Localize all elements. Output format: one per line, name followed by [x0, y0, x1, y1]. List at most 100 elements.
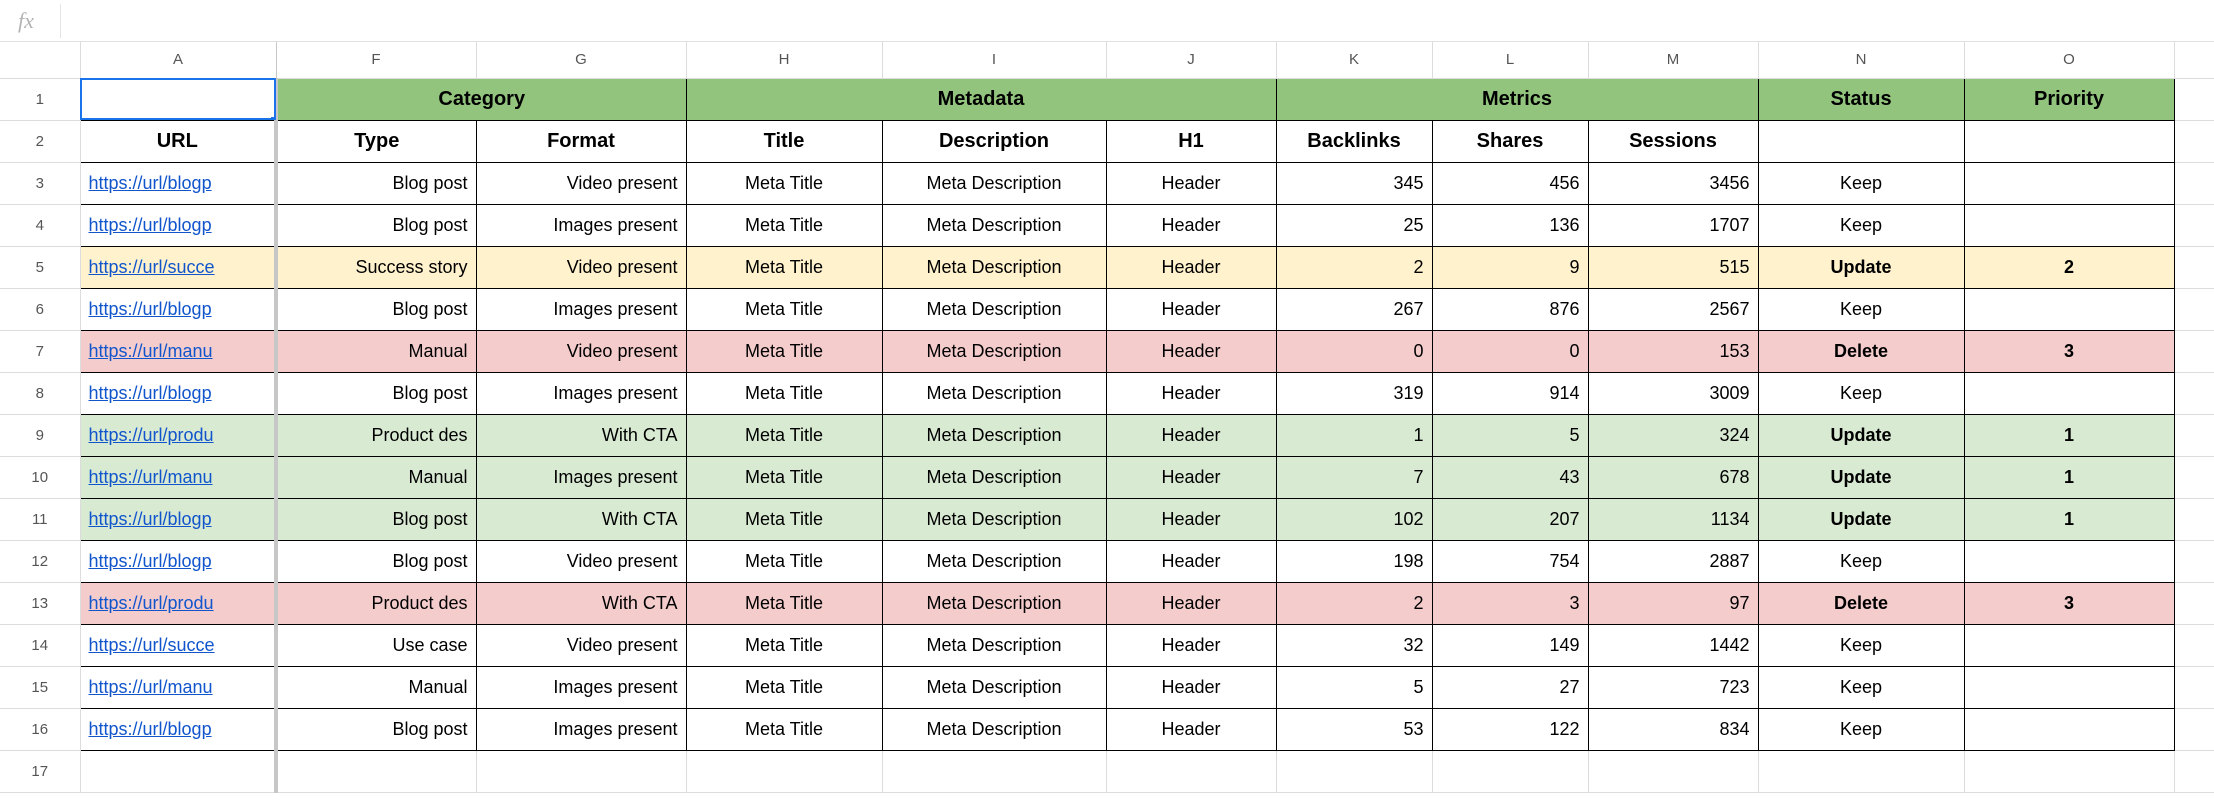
cell-priority[interactable]	[1964, 288, 2174, 330]
cell-format[interactable]: Video present	[476, 624, 686, 666]
cell-title[interactable]: Meta Title	[686, 582, 882, 624]
cell-title[interactable]: Meta Title	[686, 204, 882, 246]
cell-status[interactable]: Delete	[1758, 582, 1964, 624]
cell-format[interactable]: With CTA	[476, 414, 686, 456]
cell-format[interactable]: Video present	[476, 540, 686, 582]
cell-title[interactable]: Meta Title	[686, 288, 882, 330]
cell-backlinks[interactable]: 53	[1276, 708, 1432, 750]
cell-type[interactable]: Product des	[276, 414, 476, 456]
cell-blank[interactable]	[1758, 750, 1964, 792]
cell-title[interactable]: Meta Title	[686, 162, 882, 204]
cell-description[interactable]: Meta Description	[882, 708, 1106, 750]
cell-backlinks[interactable]: 32	[1276, 624, 1432, 666]
url-link[interactable]: https://url/manu	[89, 341, 213, 361]
cell-shares[interactable]: 149	[1432, 624, 1588, 666]
col-header-n[interactable]: N	[1758, 42, 1964, 78]
cell-shares[interactable]: 27	[1432, 666, 1588, 708]
cell-type[interactable]: Blog post	[276, 708, 476, 750]
row-header-7[interactable]: 7	[0, 330, 80, 372]
cell-blank[interactable]	[476, 750, 686, 792]
cell-shares[interactable]: 207	[1432, 498, 1588, 540]
cell-type[interactable]: Manual	[276, 330, 476, 372]
col-header-f[interactable]: F	[276, 42, 476, 78]
row-header-14[interactable]: 14	[0, 624, 80, 666]
cell-sessions[interactable]: 1134	[1588, 498, 1758, 540]
cell-trail[interactable]	[2174, 204, 2214, 246]
subh-shares[interactable]: Shares	[1432, 120, 1588, 162]
cell-blank[interactable]	[882, 750, 1106, 792]
cell-url[interactable]: https://url/manu	[80, 456, 276, 498]
cell-status[interactable]: Keep	[1758, 540, 1964, 582]
url-link[interactable]: https://url/succe	[89, 635, 215, 655]
cell-blank[interactable]	[686, 750, 882, 792]
cell-url[interactable]: https://url/blogp	[80, 162, 276, 204]
row-header-17[interactable]: 17	[0, 750, 80, 792]
cell-sessions[interactable]: 1707	[1588, 204, 1758, 246]
cell-type[interactable]: Success story	[276, 246, 476, 288]
cell-status[interactable]: Keep	[1758, 666, 1964, 708]
cell-trail[interactable]	[2174, 372, 2214, 414]
cell-backlinks[interactable]: 267	[1276, 288, 1432, 330]
row-header-9[interactable]: 9	[0, 414, 80, 456]
cell-title[interactable]: Meta Title	[686, 540, 882, 582]
subh-format[interactable]: Format	[476, 120, 686, 162]
cell-backlinks[interactable]: 198	[1276, 540, 1432, 582]
cell-description[interactable]: Meta Description	[882, 414, 1106, 456]
cell-priority[interactable]	[1964, 624, 2174, 666]
cell-blank[interactable]	[80, 750, 276, 792]
cell-sessions[interactable]: 723	[1588, 666, 1758, 708]
row-header-2[interactable]: 2	[0, 120, 80, 162]
cell-format[interactable]: Images present	[476, 456, 686, 498]
cell-status[interactable]: Update	[1758, 414, 1964, 456]
col-header-i[interactable]: I	[882, 42, 1106, 78]
cell-description[interactable]: Meta Description	[882, 204, 1106, 246]
url-link[interactable]: https://url/blogp	[89, 299, 212, 319]
row-header-10[interactable]: 10	[0, 456, 80, 498]
cell-url[interactable]: https://url/blogp	[80, 372, 276, 414]
cell-format[interactable]: Video present	[476, 330, 686, 372]
cell-shares[interactable]: 914	[1432, 372, 1588, 414]
cell-description[interactable]: Meta Description	[882, 582, 1106, 624]
cell-format[interactable]: Images present	[476, 372, 686, 414]
cell-blank[interactable]	[1964, 750, 2174, 792]
cell-shares[interactable]: 754	[1432, 540, 1588, 582]
cell-backlinks[interactable]: 2	[1276, 246, 1432, 288]
cell-trail[interactable]	[2174, 288, 2214, 330]
cell-shares[interactable]: 456	[1432, 162, 1588, 204]
cell-priority[interactable]: 1	[1964, 456, 2174, 498]
url-link[interactable]: https://url/blogp	[89, 383, 212, 403]
cell-trail[interactable]	[2174, 708, 2214, 750]
cell-type[interactable]: Manual	[276, 456, 476, 498]
cell-url[interactable]: https://url/manu	[80, 330, 276, 372]
url-link[interactable]: https://url/blogp	[89, 719, 212, 739]
subh-description[interactable]: Description	[882, 120, 1106, 162]
cell-format[interactable]: With CTA	[476, 582, 686, 624]
cell-url[interactable]: https://url/blogp	[80, 540, 276, 582]
cell-backlinks[interactable]: 319	[1276, 372, 1432, 414]
cell-format[interactable]: Images present	[476, 666, 686, 708]
col-header-h[interactable]: H	[686, 42, 882, 78]
cell-title[interactable]: Meta Title	[686, 666, 882, 708]
cell-status[interactable]: Keep	[1758, 708, 1964, 750]
cell-h1[interactable]: Header	[1106, 204, 1276, 246]
cell-priority[interactable]: 2	[1964, 246, 2174, 288]
row-header-4[interactable]: 4	[0, 204, 80, 246]
cell-backlinks[interactable]: 345	[1276, 162, 1432, 204]
cell-trail[interactable]	[2174, 414, 2214, 456]
cell-type[interactable]: Blog post	[276, 204, 476, 246]
cell-description[interactable]: Meta Description	[882, 498, 1106, 540]
cell-format[interactable]: Images present	[476, 708, 686, 750]
subh-title[interactable]: Title	[686, 120, 882, 162]
cell-description[interactable]: Meta Description	[882, 162, 1106, 204]
cell-status[interactable]: Keep	[1758, 372, 1964, 414]
cell-priority[interactable]: 3	[1964, 582, 2174, 624]
row-header-16[interactable]: 16	[0, 708, 80, 750]
group-status[interactable]: Status	[1758, 78, 1964, 120]
url-link[interactable]: https://url/manu	[89, 467, 213, 487]
cell-url[interactable]: https://url/manu	[80, 666, 276, 708]
cell-type[interactable]: Blog post	[276, 162, 476, 204]
url-link[interactable]: https://url/produ	[89, 593, 214, 613]
cell-h1[interactable]: Header	[1106, 582, 1276, 624]
row-header-1[interactable]: 1	[0, 78, 80, 120]
cell-blank[interactable]	[1106, 750, 1276, 792]
